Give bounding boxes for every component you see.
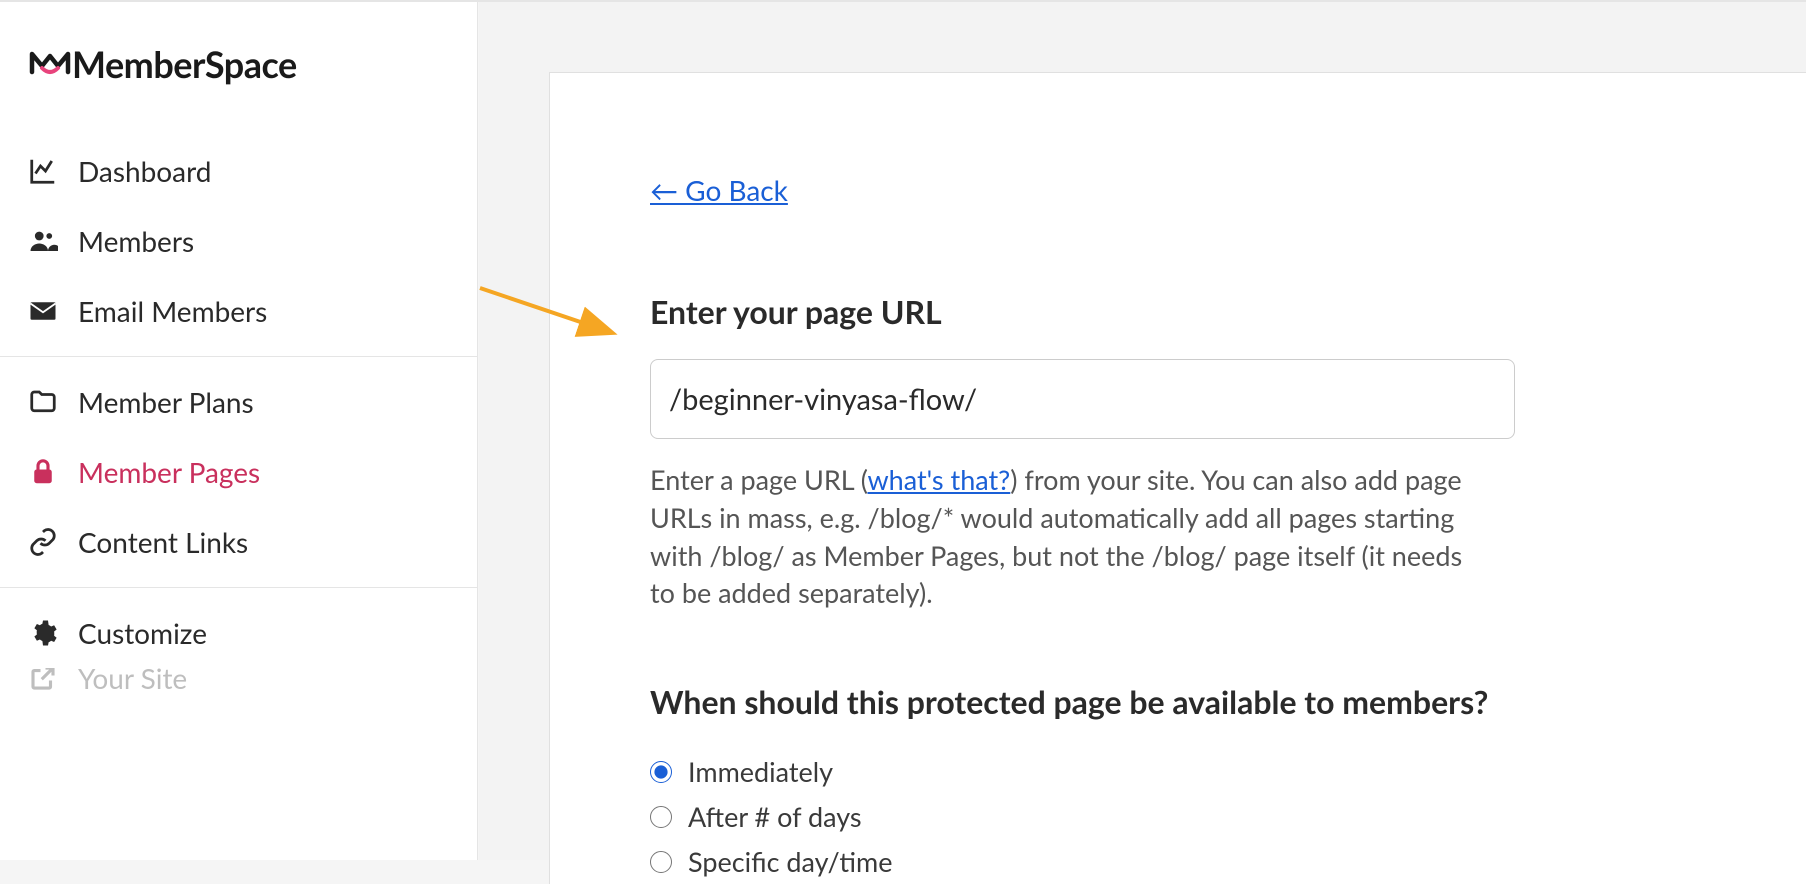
chart-icon bbox=[28, 156, 78, 186]
radio-option-immediately[interactable]: Immediately bbox=[650, 749, 1706, 794]
sidebar-item-members[interactable]: Members bbox=[0, 206, 477, 276]
users-icon bbox=[28, 226, 78, 256]
sidebar-item-your-site[interactable]: Your Site bbox=[0, 668, 477, 696]
radio-label: Immediately bbox=[688, 755, 833, 788]
logo-text: MemberSpace bbox=[72, 42, 297, 86]
nav-group-1: Dashboard Members Email Members bbox=[0, 136, 477, 357]
nav-label: Your Site bbox=[78, 668, 187, 695]
nav-group-3: Customize Your Site bbox=[0, 598, 477, 706]
external-icon bbox=[28, 668, 78, 693]
nav-label: Member Pages bbox=[78, 455, 260, 489]
radio-option-specific[interactable]: Specific day/time bbox=[650, 839, 1706, 884]
envelope-icon bbox=[28, 296, 78, 326]
nav-label: Content Links bbox=[78, 525, 248, 559]
nav-label: Email Members bbox=[78, 294, 267, 328]
radio-input-specific[interactable] bbox=[650, 851, 672, 873]
nav-label: Dashboard bbox=[78, 154, 211, 188]
availability-heading: When should this protected page be avail… bbox=[650, 682, 1706, 721]
nav-label: Customize bbox=[78, 616, 207, 650]
radio-input-after-days[interactable] bbox=[650, 806, 672, 828]
lock-icon bbox=[28, 457, 78, 487]
whats-that-link[interactable]: what's that? bbox=[867, 463, 1010, 496]
logo-mark-icon bbox=[28, 44, 72, 88]
sidebar-item-dashboard[interactable]: Dashboard bbox=[0, 136, 477, 206]
content-card: ← Go Back Enter your page URL Enter a pa… bbox=[549, 72, 1806, 884]
sidebar: MemberSpace Dashboard Members Email Memb… bbox=[0, 2, 478, 860]
go-back-link[interactable]: ← Go Back bbox=[650, 173, 788, 207]
radio-input-immediately[interactable] bbox=[650, 761, 672, 783]
link-icon bbox=[28, 527, 78, 557]
sidebar-item-email-members[interactable]: Email Members bbox=[0, 276, 477, 346]
sidebar-item-content-links[interactable]: Content Links bbox=[0, 507, 477, 577]
url-heading: Enter your page URL bbox=[650, 292, 1706, 331]
folder-icon bbox=[28, 387, 78, 417]
gear-icon bbox=[28, 618, 78, 648]
sidebar-item-member-plans[interactable]: Member Plans bbox=[0, 367, 477, 437]
radio-option-after-days[interactable]: After # of days bbox=[650, 794, 1706, 839]
radio-label: After # of days bbox=[688, 800, 862, 833]
page-url-input[interactable] bbox=[650, 359, 1515, 439]
app-logo: MemberSpace bbox=[0, 2, 477, 136]
main-content: ← Go Back Enter your page URL Enter a pa… bbox=[479, 2, 1806, 860]
nav-label: Member Plans bbox=[78, 385, 254, 419]
availability-radio-group: Immediately After # of days Specific day… bbox=[650, 749, 1706, 884]
sidebar-item-customize[interactable]: Customize bbox=[0, 598, 477, 668]
radio-label: Specific day/time bbox=[688, 845, 893, 878]
url-helper-text: Enter a page URL (what's that?) from you… bbox=[650, 461, 1480, 612]
nav-label: Members bbox=[78, 224, 194, 258]
nav-group-2: Member Plans Member Pages Content Links bbox=[0, 367, 477, 588]
sidebar-item-member-pages[interactable]: Member Pages bbox=[0, 437, 477, 507]
